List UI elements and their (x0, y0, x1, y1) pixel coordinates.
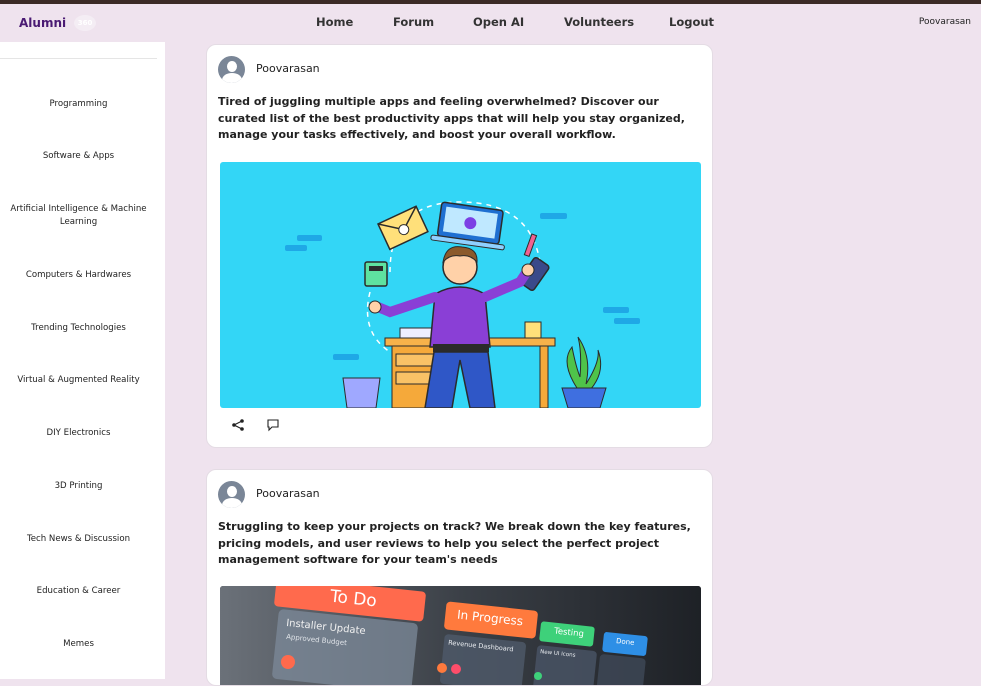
sidebar-item-programming[interactable]: Programming (0, 98, 157, 111)
user-name[interactable]: Poovarasan (919, 17, 971, 27)
post-author[interactable]: Poovarasan (256, 62, 320, 75)
sidebar-item-ai-ml[interactable]: Artificial Intelligence & Machine Learni… (0, 203, 157, 229)
sidebar-item-computers-hardwares[interactable]: Computers & Hardwares (0, 269, 157, 282)
post-text: Struggling to keep your projects on trac… (218, 520, 691, 566)
post-text: Tired of juggling multiple apps and feel… (218, 95, 685, 141)
post-card: Poovarasan Tired of juggling multiple ap… (206, 44, 713, 448)
share-icon[interactable] (231, 417, 245, 436)
sidebar: Programming Software & Apps Artificial I… (0, 42, 165, 679)
kanban-board-photo[interactable]: To Do In Progress Testing Done Installer… (220, 586, 701, 685)
nav-volunteers[interactable]: Volunteers (564, 15, 634, 29)
productivity-illustration[interactable] (220, 162, 701, 408)
top-nav: Home Forum Open AI Volunteers Logout Poo… (0, 15, 981, 33)
sidebar-item-tech-news[interactable]: Tech News & Discussion (0, 533, 157, 546)
sidebar-item-education-career[interactable]: Education & Career (0, 585, 157, 598)
sidebar-item-memes[interactable]: Memes (0, 638, 157, 651)
nav-home[interactable]: Home (316, 15, 353, 29)
author-avatar[interactable] (218, 56, 245, 83)
post-actions (231, 417, 280, 436)
sidebar-item-virtual-augmented-reality[interactable]: Virtual & Augmented Reality (0, 374, 157, 387)
nav-forum[interactable]: Forum (393, 15, 434, 29)
post-author[interactable]: Poovarasan (256, 487, 320, 500)
sidebar-item-trending-technologies[interactable]: Trending Technologies (0, 322, 157, 335)
author-avatar[interactable] (218, 481, 245, 508)
nav-logout[interactable]: Logout (669, 15, 714, 29)
sidebar-item-diy-electronics[interactable]: DIY Electronics (0, 427, 157, 440)
sidebar-divider (0, 58, 157, 59)
post-card: Poovarasan Struggling to keep your proje… (206, 469, 713, 686)
sidebar-item-software-apps[interactable]: Software & Apps (0, 150, 157, 163)
sidebar-item-3d-printing[interactable]: 3D Printing (0, 480, 157, 493)
comment-icon[interactable] (266, 417, 280, 436)
nav-open-ai[interactable]: Open AI (473, 15, 524, 29)
